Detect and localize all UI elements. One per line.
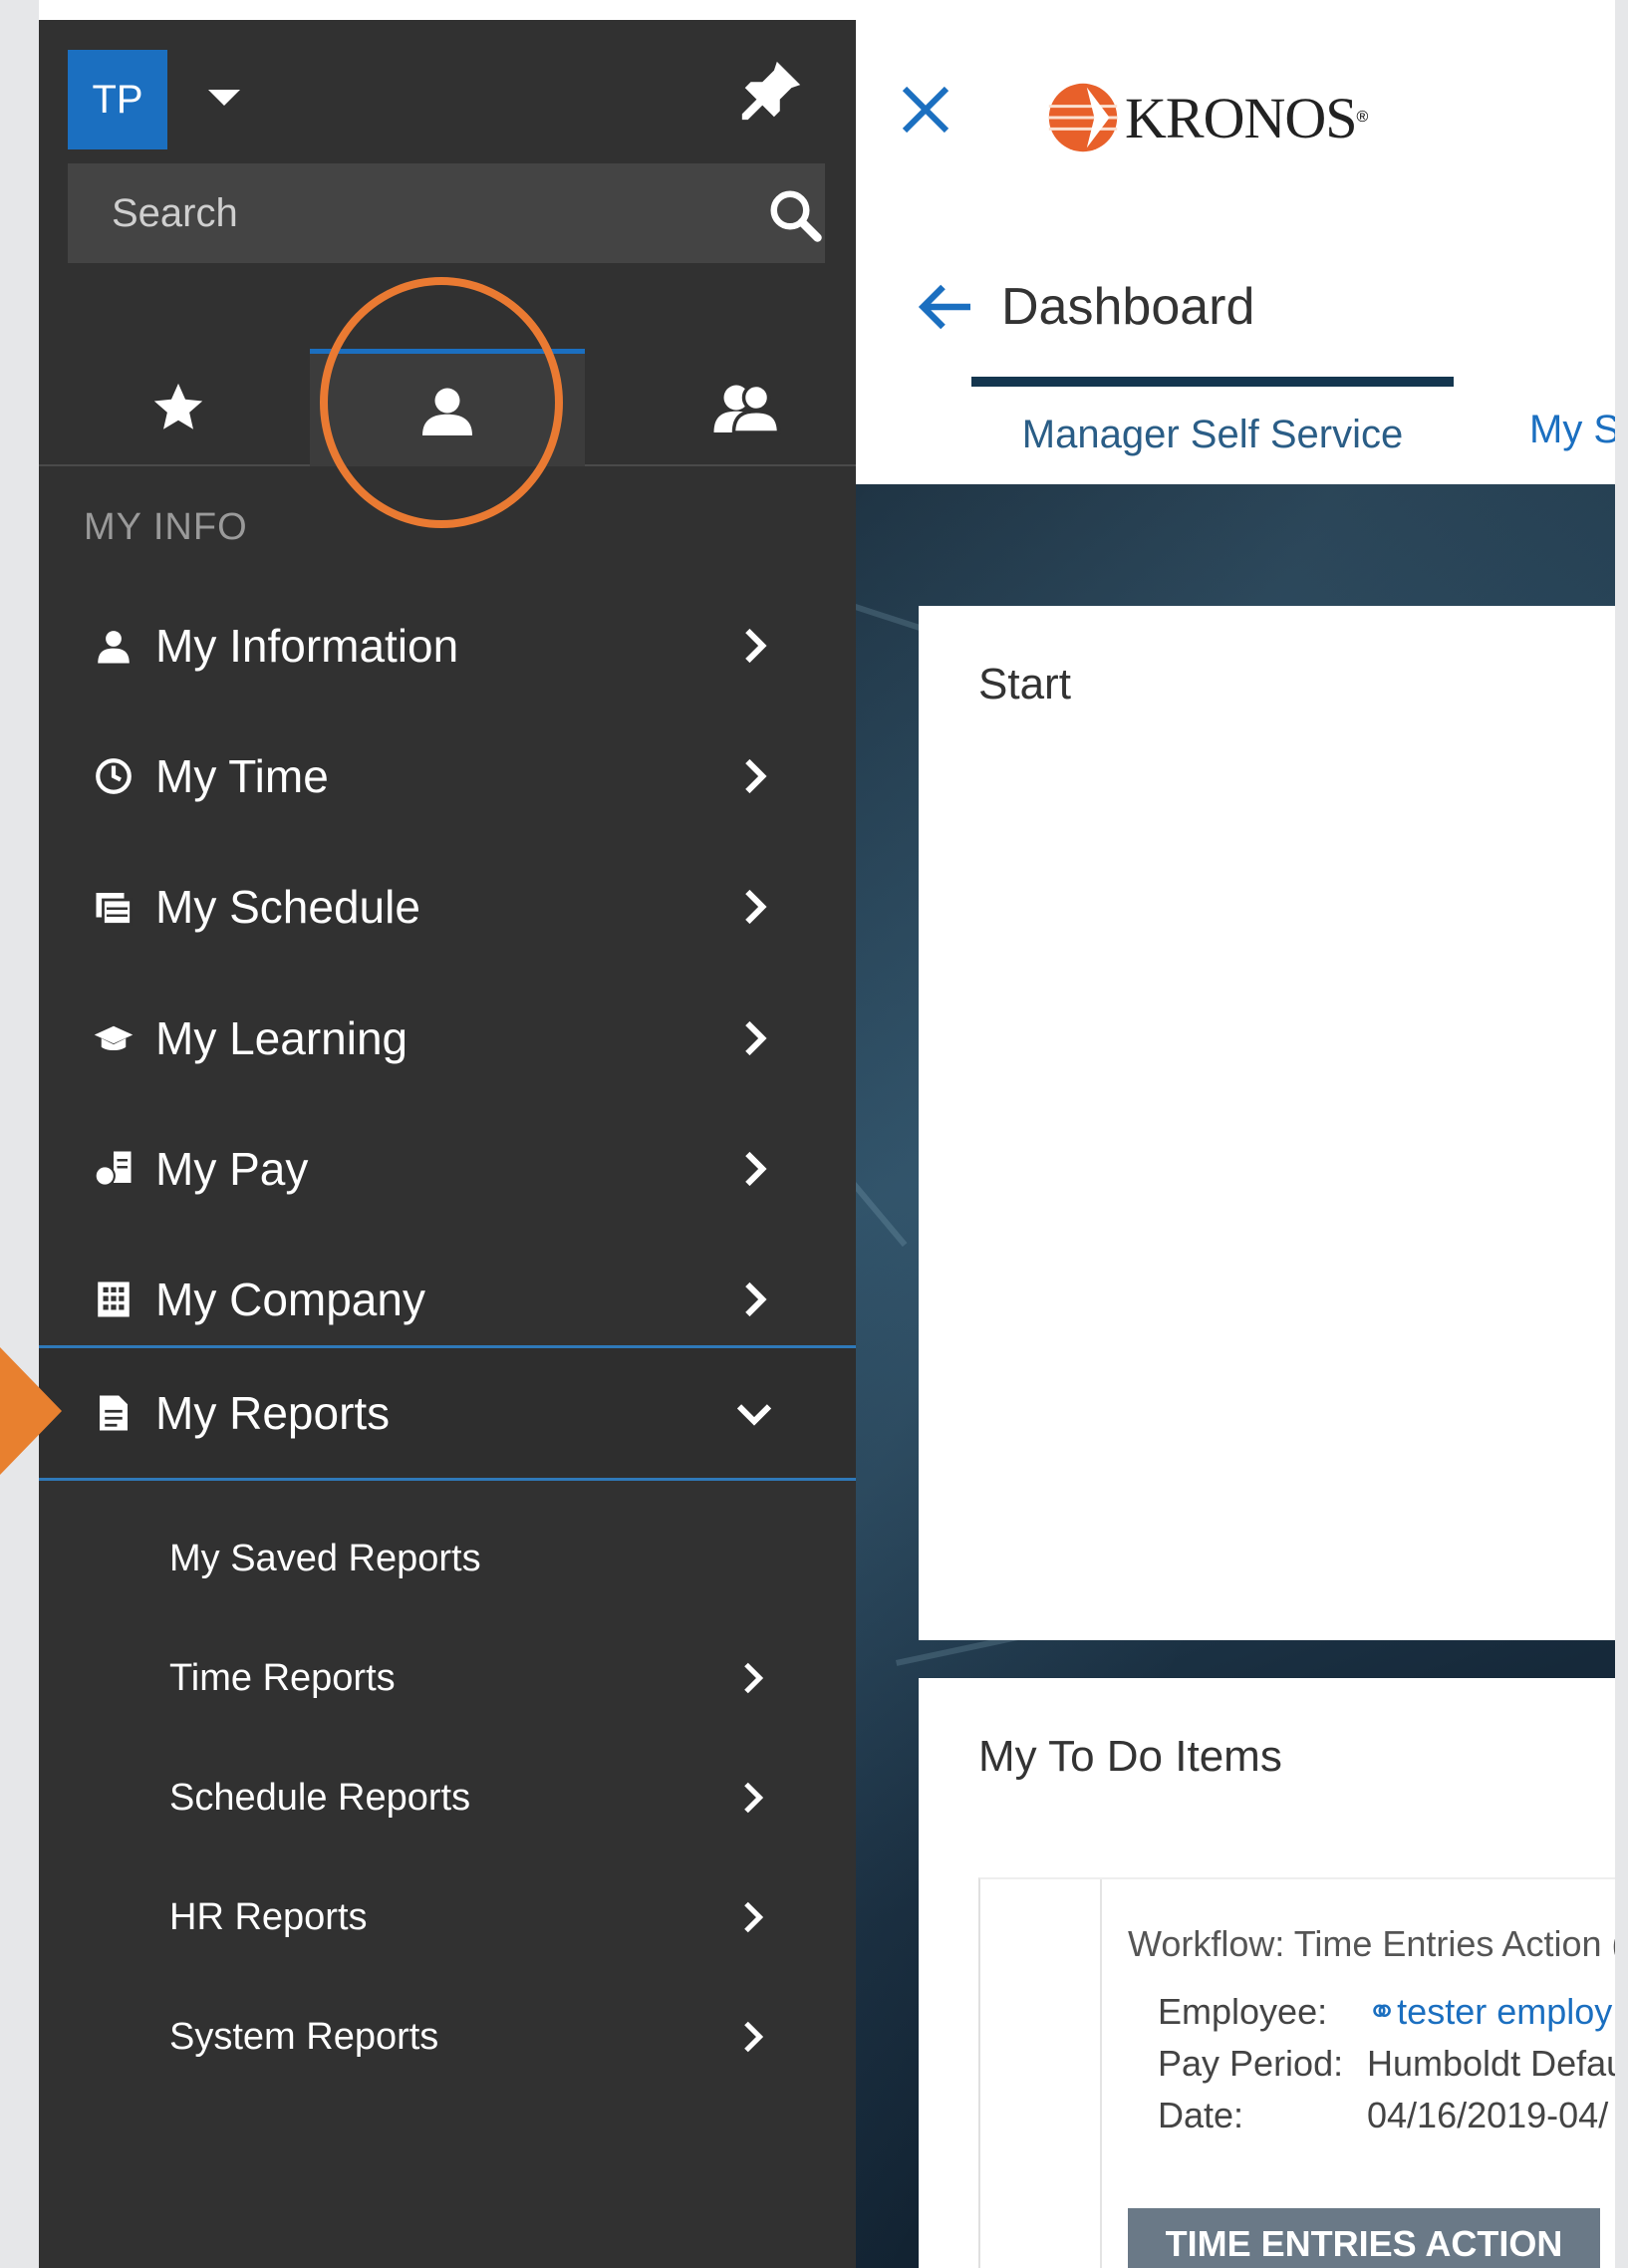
link-icon: ⚭ [1367, 1991, 1398, 2032]
sidebar-subitem-label: HR Reports [169, 1895, 368, 1938]
workflow-employee-row: Employee: ⚭tester employ [1158, 1991, 1612, 2033]
chevron-right-icon [745, 889, 767, 925]
background-streak [856, 1182, 908, 1248]
calendar-icon [96, 893, 133, 926]
workflow-title: Workflow: Time Entries Action ( [1128, 1923, 1615, 1964]
sidebar-item-my-information[interactable]: My Information [39, 586, 856, 706]
pointer-arrow [0, 1347, 62, 1475]
chevron-right-icon [745, 1151, 767, 1187]
tab-my-self-service[interactable]: My S [1529, 377, 1615, 482]
sidebar-subitem-schedule-reports[interactable]: Schedule Reports [39, 1743, 856, 1852]
main-panel: KRONOS ® Dashboard Manager Self Service M… [856, 20, 1615, 2268]
chevron-right-icon [744, 2021, 764, 2053]
sidebar-item-label: My Information [155, 620, 459, 672]
search-box [68, 163, 825, 263]
sidebar-item-my-schedule[interactable]: My Schedule [39, 847, 856, 967]
chevron-right-icon [744, 1901, 764, 1933]
graduation-cap-icon [94, 1025, 134, 1051]
tab-my-info[interactable] [310, 349, 585, 466]
search-icon[interactable] [765, 185, 825, 245]
pin-icon[interactable] [736, 56, 806, 126]
avatar[interactable]: TP [68, 50, 167, 149]
chevron-right-icon [744, 1662, 764, 1694]
sidebar-item-my-reports[interactable]: My Reports [39, 1345, 856, 1481]
chevron-right-icon [745, 758, 767, 794]
date-label: Date: [1158, 2095, 1244, 2135]
people-icon [713, 383, 781, 434]
sidebar: TP Search MY INFO My Information My Time… [39, 20, 856, 2268]
workflow-date-row: Date: 04/16/2019-04/ [1158, 2095, 1608, 2136]
clock-icon [96, 758, 132, 794]
chevron-right-icon [745, 1281, 767, 1317]
section-label-my-info: MY INFO [84, 506, 248, 548]
chevron-right-icon [744, 1782, 764, 1814]
sidebar-subitem-time-reports[interactable]: Time Reports [39, 1623, 856, 1733]
kronos-logo: KRONOS ® [1045, 80, 1368, 155]
employee-link[interactable]: tester employ [1397, 1991, 1612, 2032]
sidebar-item-my-company[interactable]: My Company [39, 1240, 856, 1359]
caret-down-icon[interactable] [208, 90, 240, 106]
sidebar-item-my-learning[interactable]: My Learning [39, 979, 856, 1098]
sidebar-subitem-label: Time Reports [169, 1656, 396, 1699]
card-title: My To Do Items [978, 1732, 1282, 1781]
sidebar-subitem-label: Schedule Reports [169, 1776, 471, 1819]
back-arrow-icon[interactable] [916, 282, 975, 332]
todo-card: My To Do Items Workflow: Time Entries Ac… [919, 1678, 1615, 2268]
kronos-logo-icon [1048, 83, 1118, 152]
sidebar-item-label: My Learning [155, 1012, 408, 1064]
sidebar-subitem-hr-reports[interactable]: HR Reports [39, 1862, 856, 1972]
top-bar [39, 0, 1615, 20]
sidebar-item-label: My Time [155, 750, 329, 802]
sidebar-subitem-label: My Saved Reports [169, 1537, 481, 1579]
sidebar-tabs [39, 349, 856, 466]
workflow-pay-period-row: Pay Period: Humboldt Defau [1158, 2043, 1615, 2085]
employee-label: Employee: [1158, 1991, 1328, 2032]
page-header: Dashboard [916, 277, 1254, 337]
tab-favorites[interactable] [99, 349, 258, 466]
chevron-down-icon [736, 1404, 772, 1426]
sidebar-item-label: My Reports [155, 1387, 391, 1439]
report-icon [100, 1395, 128, 1431]
sidebar-item-label: My Pay [155, 1143, 309, 1195]
brand-name: KRONOS [1125, 85, 1357, 150]
search-input[interactable] [68, 163, 705, 263]
registered-mark: ® [1356, 109, 1369, 126]
sidebar-item-my-pay[interactable]: My Pay [39, 1109, 856, 1229]
chevron-right-icon [745, 1020, 767, 1056]
sidebar-subitem-label: System Reports [169, 2015, 439, 2058]
date-value: 04/16/2019-04/ [1367, 2095, 1609, 2135]
start-card: Start [919, 606, 1615, 1640]
time-entries-action-button[interactable]: TIME ENTRIES ACTION [1128, 2208, 1600, 2268]
pay-period-value: Humboldt Defau [1367, 2043, 1615, 2084]
chevron-right-icon [745, 628, 767, 664]
pay-period-label: Pay Period: [1158, 2043, 1344, 2084]
sidebar-item-my-time[interactable]: My Time [39, 716, 856, 836]
tab-manager-self-service[interactable]: Manager Self Service [971, 377, 1454, 482]
card-title: Start [978, 660, 1071, 709]
person-icon [422, 388, 472, 435]
sidebar-subitem-my-saved-reports[interactable]: My Saved Reports [39, 1504, 856, 1613]
tab-my-team[interactable] [657, 349, 836, 466]
building-icon [98, 1281, 130, 1317]
person-icon [98, 631, 130, 664]
star-icon [153, 383, 203, 429]
page-title: Dashboard [1001, 278, 1255, 336]
money-icon [94, 1151, 132, 1187]
sidebar-item-label: My Schedule [155, 881, 420, 933]
sidebar-item-label: My Company [155, 1274, 425, 1325]
workflow-item: Workflow: Time Entries Action ( Employee… [978, 1877, 1615, 2268]
workflow-details: Workflow: Time Entries Action ( Employee… [1100, 1879, 1615, 2268]
close-icon[interactable] [898, 82, 953, 138]
sidebar-subitem-system-reports[interactable]: System Reports [39, 1982, 856, 2092]
